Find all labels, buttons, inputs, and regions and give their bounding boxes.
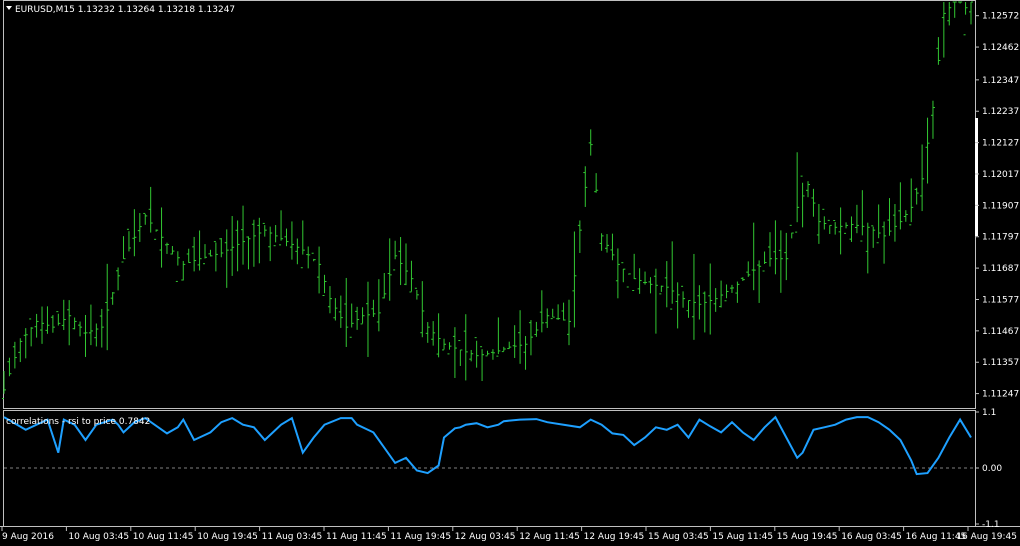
price-bars [2, 1, 973, 400]
price-tick-label: 1.11797 [982, 233, 1019, 243]
time-tick-label: 11 Aug 03:45 [262, 532, 323, 542]
price-tick-label: 1.11467 [982, 327, 1019, 337]
time-tick-label: 11 Aug 11:45 [326, 532, 387, 542]
time-tick-label: 16 Aug 19:45 [956, 532, 1017, 542]
time-tick-label: 12 Aug 03:45 [455, 532, 516, 542]
price-tick-label: 1.12462 [982, 43, 1019, 53]
time-tick-label: 12 Aug 11:45 [519, 532, 580, 542]
symbol-header: EURUSD,M15 1.13232 1.13264 1.13218 1.132… [15, 5, 235, 15]
indicator-tick-label: 1.1 [982, 408, 996, 418]
time-tick-label: 12 Aug 19:45 [584, 532, 645, 542]
time-tick-label: 15 Aug 19:45 [777, 532, 838, 542]
chart-svg: 1.12572 1.12462 1.12347 1.12237 1.12127 1.120… [0, 0, 1020, 542]
time-tick-label: 15 Aug 03:45 [648, 532, 709, 542]
price-tick-label: 1.11907 [982, 201, 1019, 211]
indicator-tick-label: 0.00 [982, 464, 1002, 474]
price-tick-label: 1.11247 [982, 390, 1019, 400]
time-tick-label: 10 Aug 19:45 [197, 532, 258, 542]
price-tick-label: 1.12347 [982, 76, 1019, 86]
price-tick-label: 1.12572 [982, 12, 1019, 22]
main-pane-border [3, 0, 976, 409]
price-tick-label: 1.11577 [982, 295, 1019, 305]
price-axis: 1.12572 1.12462 1.12347 1.12237 1.12127 1.120… [975, 12, 1019, 400]
price-tick-label: 1.11357 [982, 358, 1019, 368]
time-tick-label: 10 Aug 03:45 [68, 532, 129, 542]
indicator-axis: 1.1 0.00 -1.1 [975, 408, 1002, 530]
indicator-header: correlations - rsi to price 0.7842 [6, 417, 150, 427]
indicator-tick-label: -1.1 [982, 520, 1000, 530]
chart-window: 1.12572 1.12462 1.12347 1.12237 1.12127 1.120… [0, 0, 1020, 546]
time-axis: 9 Aug 2016 10 Aug 03:45 10 Aug 11:45 10 Aug… [1, 526, 1017, 542]
time-tick-label: 9 Aug 2016 [2, 532, 54, 542]
time-tick-label: 15 Aug 11:45 [712, 532, 773, 542]
time-tick-label: 11 Aug 19:45 [390, 532, 451, 542]
price-tick-label: 1.12237 [982, 107, 1019, 117]
time-tick-label: 10 Aug 11:45 [133, 532, 194, 542]
scroll-marker[interactable] [975, 118, 978, 236]
price-tick-label: 1.12017 [982, 170, 1019, 180]
dropdown-triangle-icon[interactable] [6, 6, 12, 10]
price-tick-label: 1.11687 [982, 264, 1019, 274]
time-tick-label: 16 Aug 03:45 [841, 532, 902, 542]
price-tick-label: 1.12127 [982, 139, 1019, 149]
